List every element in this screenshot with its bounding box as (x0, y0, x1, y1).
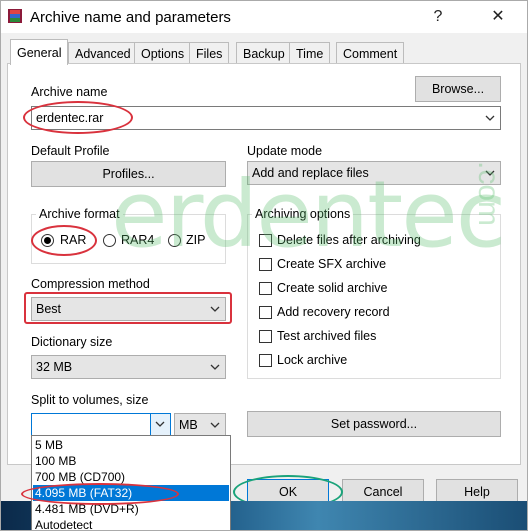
radio-rar4-label: RAR4 (121, 233, 155, 247)
split-option-100mb[interactable]: 100 MB (33, 453, 229, 469)
update-mode-value: Add and replace files (252, 166, 369, 180)
checkbox-recovery-record[interactable] (259, 306, 272, 319)
split-option-autodetect[interactable]: Autodetect (33, 517, 229, 530)
compression-method-select[interactable]: Best (31, 297, 226, 321)
checkbox-create-solid-label: Create solid archive (277, 281, 388, 295)
tab-comment[interactable]: Comment (336, 42, 405, 64)
radio-rar[interactable] (41, 234, 54, 247)
winrar-app-icon (8, 9, 22, 23)
default-profile-label: Default Profile (31, 144, 110, 158)
update-mode-label: Update mode (247, 144, 323, 158)
checkbox-create-sfx[interactable] (259, 258, 272, 271)
tab-time[interactable]: Time (289, 42, 331, 64)
checkbox-test-files-label: Test archived files (277, 329, 377, 343)
radio-zip[interactable] (168, 234, 181, 247)
tab-files[interactable]: Files (189, 42, 230, 64)
tab-advanced[interactable]: Advanced (68, 42, 138, 64)
dictionary-size-value: 32 MB (36, 360, 73, 374)
tab-options[interactable]: Options (134, 42, 192, 64)
chevron-down-icon (210, 364, 220, 370)
tab-backup[interactable]: Backup (236, 42, 292, 64)
title-bar: Archive name and parameters ? ✕ (1, 1, 527, 33)
close-button[interactable]: ✕ (483, 5, 513, 29)
split-option-5mb[interactable]: 5 MB (33, 437, 229, 453)
archive-name-input[interactable]: erdentec.rar (31, 106, 501, 130)
chevron-down-icon (210, 306, 220, 312)
checkbox-delete-files[interactable] (259, 234, 272, 247)
compression-method-value: Best (36, 302, 62, 316)
dictionary-size-select[interactable]: 32 MB (31, 355, 226, 379)
checkbox-delete-files-label: Delete files after archiving (277, 233, 421, 247)
split-unit-value: MB (179, 417, 198, 432)
compression-method-label: Compression method (31, 277, 150, 291)
split-volumes-label: Split to volumes, size (31, 393, 149, 407)
tab-general[interactable]: General (10, 39, 69, 65)
split-volumes-input[interactable] (31, 413, 171, 436)
archive-format-label: Archive format (36, 207, 123, 221)
radio-zip-label: ZIP (186, 233, 206, 247)
browse-button[interactable]: Browse... (415, 76, 501, 102)
set-password-button[interactable]: Set password... (247, 411, 501, 437)
radio-rar-label: RAR (60, 233, 87, 247)
radio-rar4[interactable] (103, 234, 116, 247)
split-unit-select[interactable]: MB (174, 413, 226, 436)
chevron-down-icon (210, 422, 220, 428)
split-option-dvdr[interactable]: 4.481 MB (DVD+R) (33, 501, 229, 517)
split-option-cd700[interactable]: 700 MB (CD700) (33, 469, 229, 485)
checkbox-create-solid[interactable] (259, 282, 272, 295)
update-mode-select[interactable]: Add and replace files (247, 161, 501, 185)
chevron-down-icon (155, 421, 165, 427)
split-option-fat32[interactable]: 4.095 MB (FAT32) (33, 485, 229, 501)
checkbox-lock-archive-label: Lock archive (277, 353, 348, 367)
split-volumes-dropdown-button[interactable] (150, 414, 170, 435)
split-volumes-dropdown-list: 5 MB 100 MB 700 MB (CD700) 4.095 MB (FAT… (31, 435, 231, 530)
chevron-down-icon (485, 115, 495, 121)
checkbox-lock-archive[interactable] (259, 354, 272, 367)
checkbox-create-sfx-label: Create SFX archive (277, 257, 387, 271)
help-title-button[interactable]: ? (423, 5, 453, 29)
archiving-options-label: Archiving options (252, 207, 354, 221)
chevron-down-icon (485, 170, 495, 176)
checkbox-recovery-record-label: Add recovery record (277, 305, 390, 319)
checkbox-test-files[interactable] (259, 330, 272, 343)
dictionary-size-label: Dictionary size (31, 335, 113, 349)
profiles-button[interactable]: Profiles... (31, 161, 226, 187)
archive-name-label: Archive name (31, 85, 108, 99)
archive-name-value: erdentec.rar (36, 111, 104, 125)
window-title: Archive name and parameters (30, 9, 231, 26)
archive-dialog: Archive name and parameters ? ✕ General … (0, 0, 528, 531)
